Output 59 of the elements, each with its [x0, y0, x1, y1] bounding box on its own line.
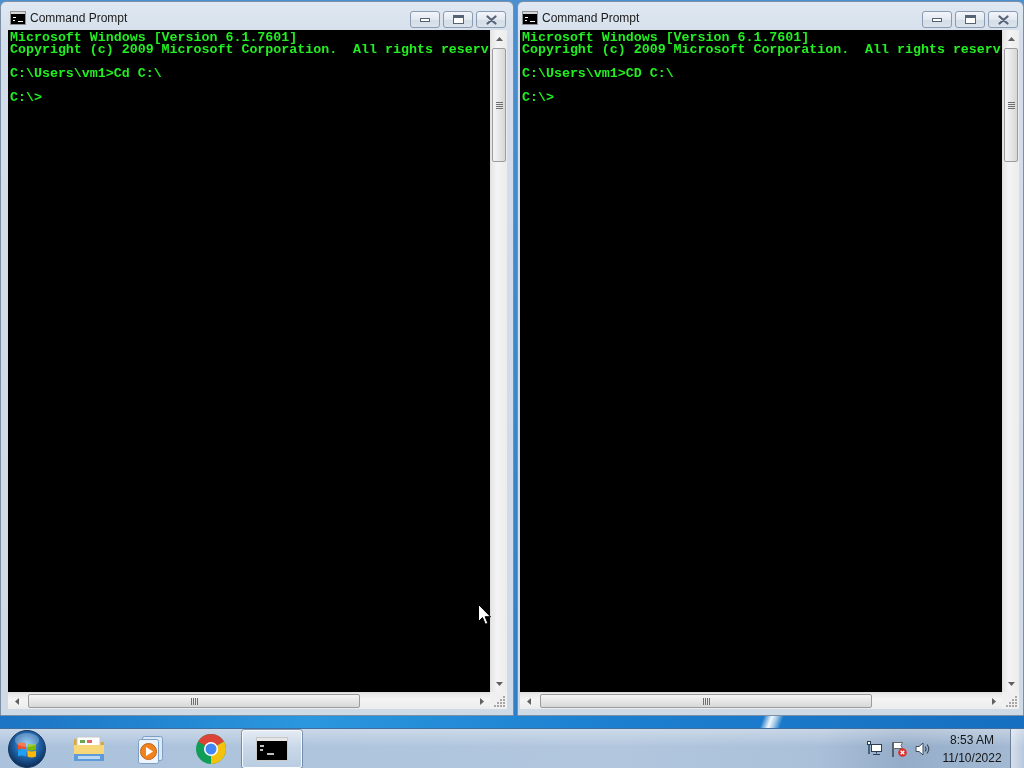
console-icon — [10, 11, 26, 25]
minimize-icon — [420, 17, 430, 22]
close-button[interactable] — [476, 11, 506, 28]
caret-down-icon — [495, 681, 503, 686]
maximize-icon — [964, 15, 976, 24]
resize-grip-icon — [1006, 695, 1017, 707]
caret-right-icon — [479, 697, 484, 705]
caret-up-icon — [1007, 36, 1015, 41]
console-line: C:\Users\vm1>CD C:\ — [522, 68, 674, 80]
scroll-thumb[interactable] — [1004, 48, 1018, 162]
folder-icon — [72, 733, 106, 764]
taskbar-button[interactable] — [242, 729, 302, 768]
caret-left-icon — [14, 697, 19, 705]
scroll-thumb[interactable] — [540, 694, 872, 708]
grip-icon — [1007, 101, 1015, 109]
caret-down-icon — [1007, 681, 1015, 686]
grip-icon — [190, 697, 198, 705]
maximize-button[interactable] — [955, 11, 985, 28]
caret-right-icon — [991, 697, 996, 705]
browser-icon — [195, 732, 227, 765]
console-line: Microsoft Windows [Version 6.1.7601] — [522, 32, 810, 44]
maximize-button[interactable] — [443, 11, 473, 28]
grip-icon — [702, 697, 710, 705]
console-line: C:\> — [10, 92, 42, 104]
caret-up-icon — [495, 36, 503, 41]
console-line: Microsoft Windows [Version 6.1.7601] — [10, 32, 298, 44]
console-icon — [522, 11, 538, 25]
start-orb-icon — [8, 729, 46, 768]
close-button[interactable] — [988, 11, 1018, 28]
scroll-thumb[interactable] — [492, 48, 506, 162]
vertical-scrollbar[interactable] — [490, 30, 507, 692]
caret-left-icon — [526, 697, 531, 705]
minimize-icon — [932, 17, 942, 22]
scroll-thumb[interactable] — [28, 694, 360, 708]
minimize-button[interactable] — [922, 11, 952, 28]
clock-date[interactable]: 11/10/2022 — [942, 748, 1002, 767]
clock-time[interactable]: 8:53 AM — [950, 730, 994, 749]
console-line: Copyright (c) 2009 Microsoft Corporation. All rights reserv — [522, 44, 1001, 56]
resize-grip-icon — [494, 695, 505, 707]
media-player-icon — [135, 733, 165, 764]
console-line: Copyright (c) 2009 Microsoft Corporation. All rights reserv — [10, 44, 489, 56]
start-button[interactable] — [8, 729, 46, 768]
grip-icon — [495, 101, 503, 109]
show-desktop-button[interactable] — [1010, 729, 1024, 768]
maximize-icon — [452, 15, 464, 24]
speaker-icon — [915, 741, 931, 756]
flag-alert-icon — [891, 740, 907, 757]
close-icon — [485, 14, 497, 25]
minimize-button[interactable] — [410, 11, 440, 28]
window-title: Command Prompt — [30, 10, 128, 27]
network-icon — [867, 741, 882, 756]
window-title: Command Prompt — [542, 10, 640, 27]
console-icon — [256, 736, 288, 761]
vertical-scrollbar[interactable] — [1002, 30, 1019, 692]
console-line: C:\> — [522, 92, 554, 104]
close-icon — [997, 14, 1009, 25]
horizontal-scrollbar[interactable] — [520, 692, 1002, 709]
console-line: C:\Users\vm1>Cd C:\ — [10, 68, 162, 80]
horizontal-scrollbar[interactable] — [8, 692, 490, 709]
